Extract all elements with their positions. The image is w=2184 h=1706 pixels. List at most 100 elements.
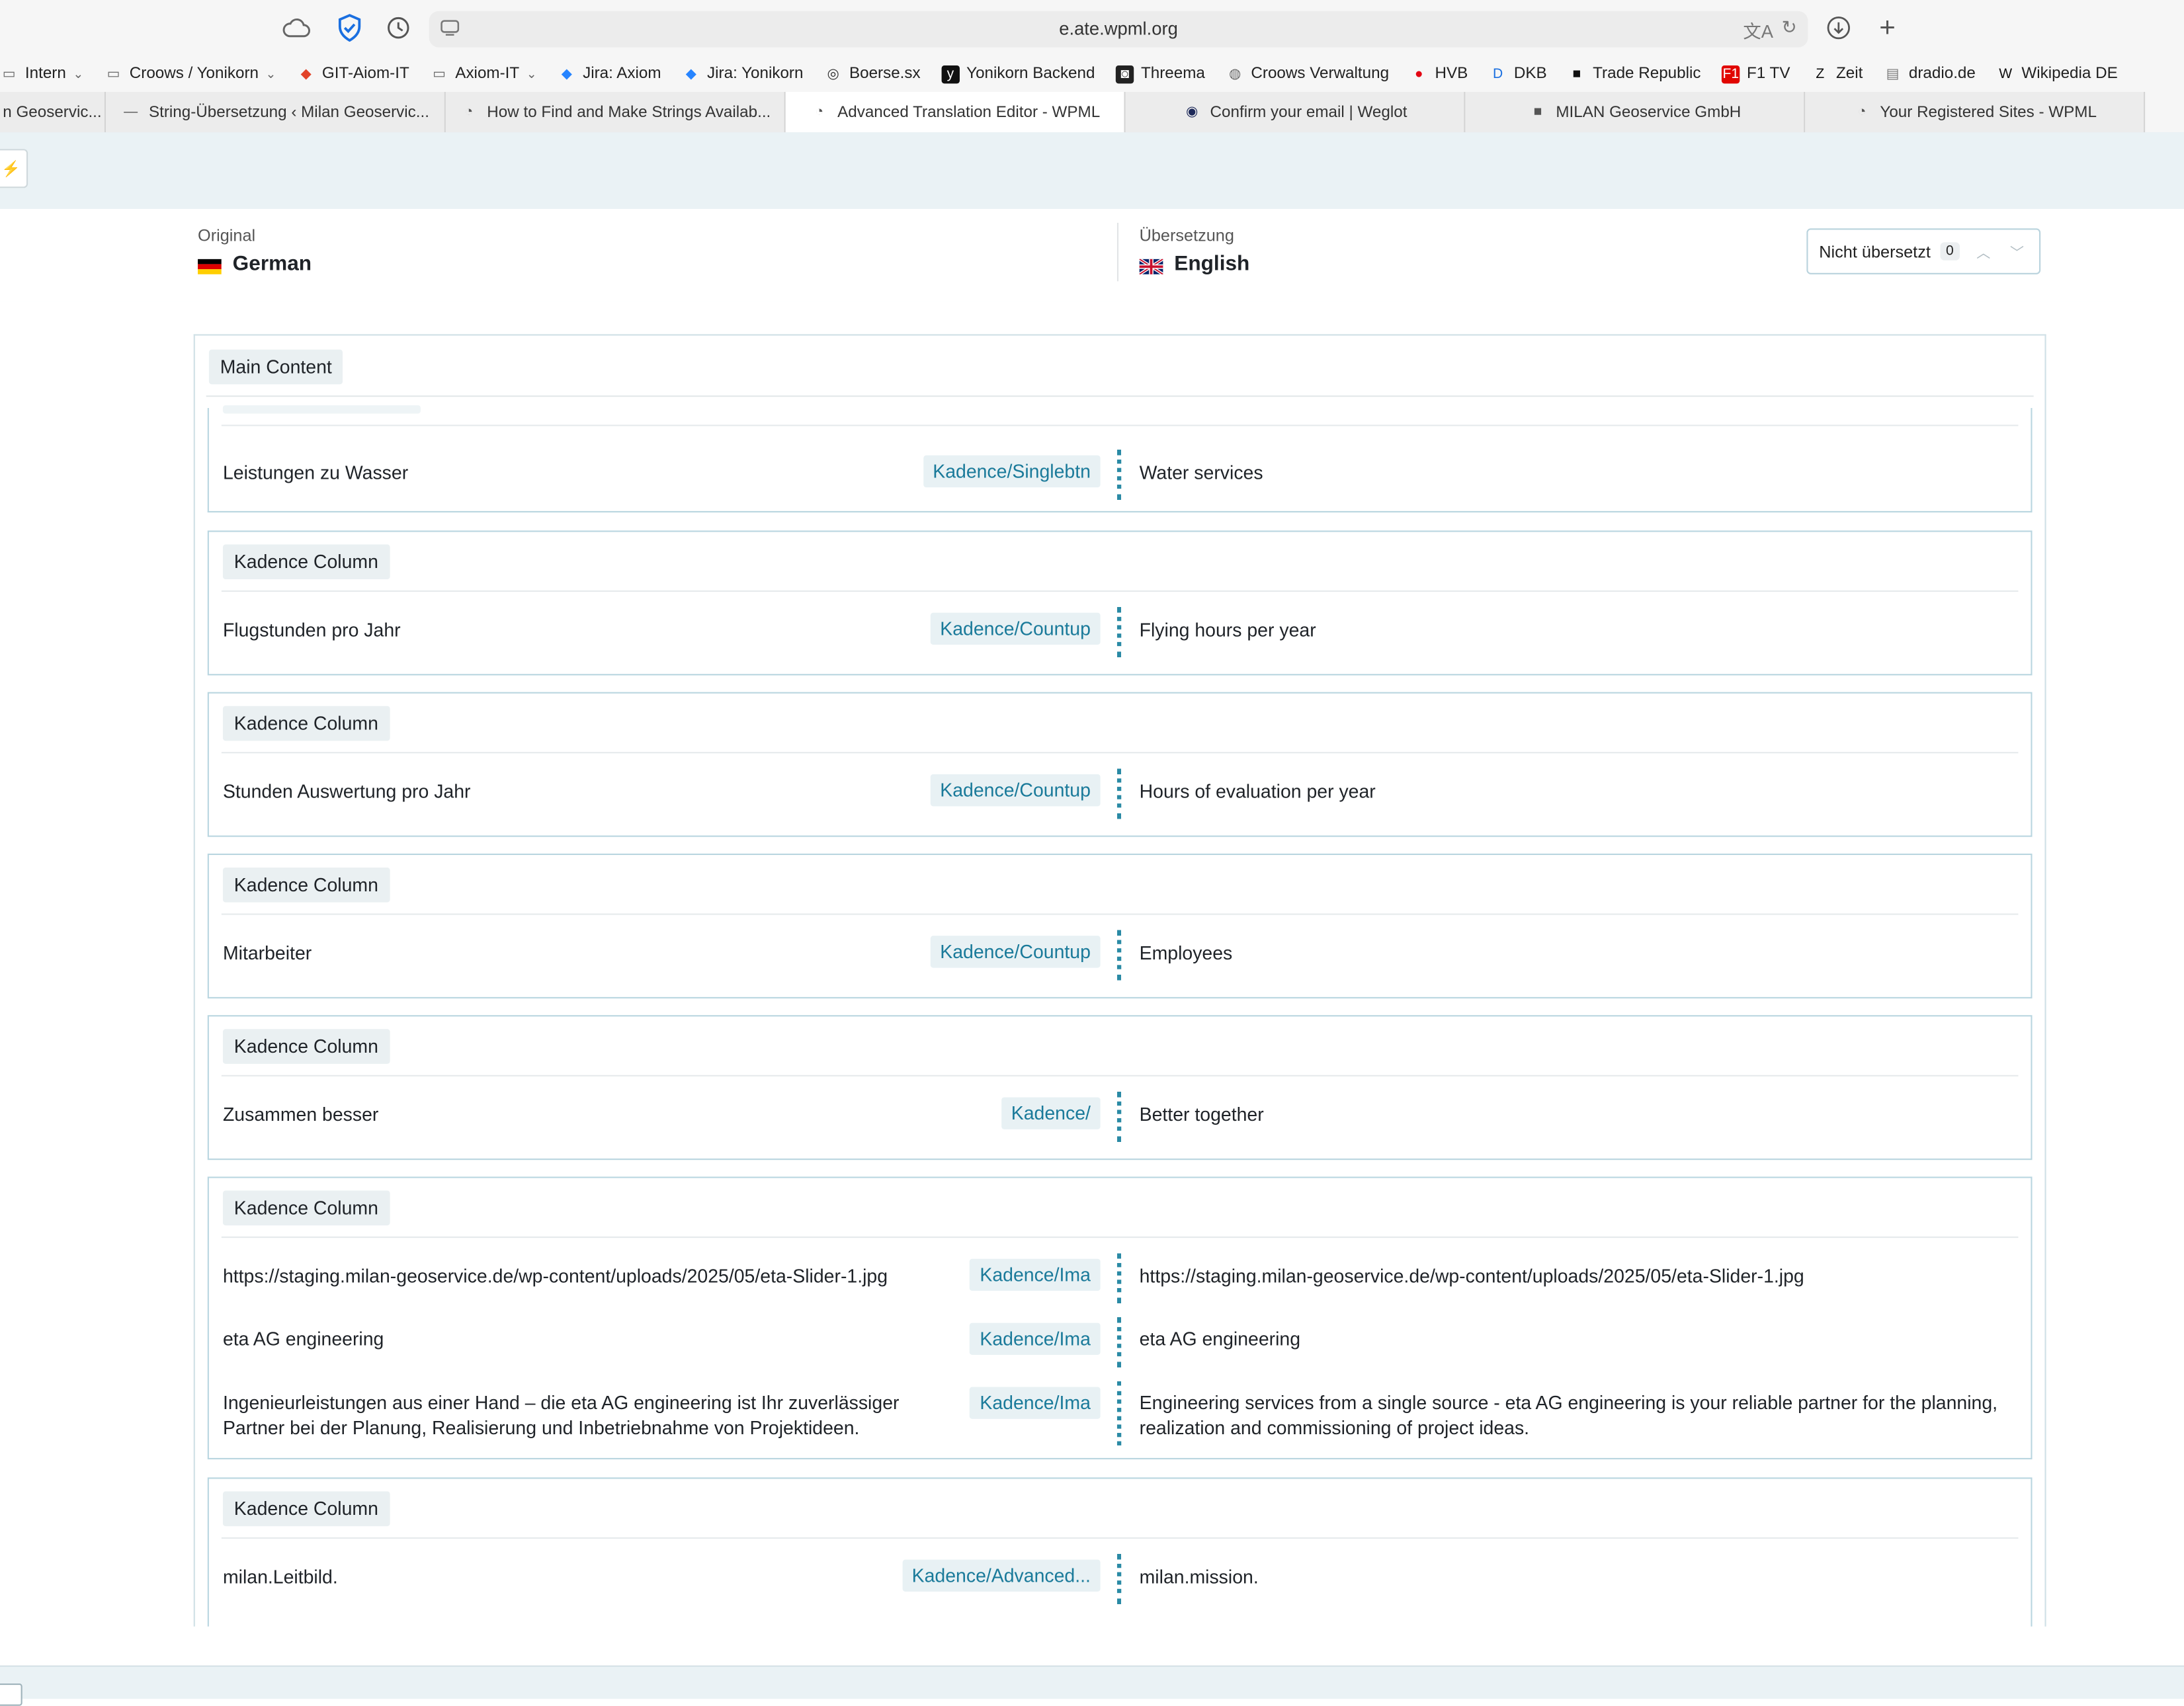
bookmark-item[interactable]: y Yonikorn Backend	[941, 64, 1107, 83]
lightning-icon[interactable]: ⚡	[0, 149, 28, 188]
filter-label: Nicht übersetzt	[1819, 241, 1931, 261]
wpml-icon: ◔	[1857, 104, 1867, 120]
chevron-up-icon[interactable]: ︿	[1970, 238, 1997, 263]
globe-icon: ◍	[1228, 66, 1241, 82]
block-type-tag: Kadence/Countup	[930, 774, 1101, 807]
browser-tab[interactable]: — String-Übersetzung ‹ Milan Geoservic...	[106, 91, 446, 133]
filter-count-badge: 0	[1940, 242, 1960, 261]
jira-icon: ◆	[561, 66, 572, 82]
kadence-column-section: Kadence Column Flugstunden pro Jahr Kadenc…	[207, 530, 2033, 676]
source-text: Zusammen besser	[222, 1104, 379, 1125]
block-type-tag: Kadence/Countup	[930, 936, 1101, 968]
kadence-column-section: Kadence Column milan.Leitbild. Kadence/Adv…	[207, 1477, 2033, 1627]
bookmark-item[interactable]: ◆ Jira: Yonikorn	[682, 65, 816, 83]
dkb-icon: D	[1492, 66, 1503, 82]
kadence-column-section: Kadence Column https://staging.milan-geos…	[207, 1176, 2033, 1459]
source-text: Leistungen zu Wasser	[222, 462, 409, 483]
bookmark-item[interactable]: ◎ Boerse.sx	[824, 65, 933, 83]
bookmark-label: Trade Republic	[1593, 65, 1701, 83]
bookmark-item[interactable]: ▭ Intern ⌄	[0, 65, 96, 83]
reload-icon[interactable]: ↻	[1782, 17, 1797, 43]
section-label: Kadence Column	[222, 544, 390, 580]
bookmark-label: GIT-Aiom-IT	[321, 65, 409, 83]
bookmark-label: Axiom-IT	[455, 65, 520, 83]
kadence-column-section: Kadence Column Zusammen besser Kadence/Bet…	[207, 1015, 2033, 1160]
bookmark-item[interactable]: ◙ Threema	[1116, 64, 1218, 83]
bookmark-label: Zeit	[1836, 65, 1863, 83]
translation-text[interactable]: Employees	[1140, 942, 2003, 967]
section-label: Kadence Column	[222, 1029, 390, 1064]
kadence-column-section: Leistungen zu Wasser Kadence/Singlebtn Wat…	[207, 405, 2033, 512]
segment-divider	[1116, 1317, 1126, 1367]
segment-divider	[1116, 1554, 1126, 1604]
section-divider	[221, 913, 2019, 915]
address-bar[interactable]: e.ate.wpml.org 文A ↻	[429, 11, 1808, 48]
download-icon[interactable]	[1825, 14, 1853, 42]
tab-label: How to Find and Make Strings Availab...	[487, 103, 771, 121]
bookmark-item[interactable]: ◍ Croows Verwaltung	[1226, 65, 1402, 83]
weglot-icon: ◉	[1185, 104, 1198, 120]
translation-text[interactable]: Water services	[1140, 461, 2003, 486]
browser-tab[interactable]: ◔ Your Registered Sites - WPML	[1805, 91, 2146, 133]
translation-text[interactable]: Hours of evaluation per year	[1140, 780, 2003, 805]
new-tab-icon[interactable]: +	[1873, 12, 1901, 42]
gitlab-icon: ◆	[300, 66, 312, 82]
bookmark-label: F1 TV	[1746, 65, 1790, 83]
original-language-name: German	[232, 252, 312, 276]
translation-text[interactable]: Better together	[1140, 1103, 2003, 1128]
zeit-icon: Z	[1816, 66, 1825, 82]
browser-tab[interactable]: ◉ Confirm your email | Weglot	[1125, 91, 1466, 133]
translation-text[interactable]: https://staging.milan-geoservice.de/wp-c…	[1140, 1264, 2003, 1289]
tab-active[interactable]: ◔ Advanced Translation Editor - WPML	[785, 91, 1126, 133]
section-divider	[206, 395, 2034, 397]
cloud-icon[interactable]	[282, 14, 310, 42]
bookmark-item[interactable]: D DKB	[1489, 65, 1560, 83]
wpml-icon: ◔	[464, 104, 474, 120]
bookmark-label: DKB	[1513, 65, 1547, 83]
bookmark-item[interactable]: ▭ Axiom-IT ⌄	[430, 65, 549, 83]
jira-icon: ◆	[685, 66, 696, 82]
yonikorn-icon: y	[941, 64, 960, 83]
section-label: Kadence Column	[222, 1491, 390, 1527]
translate-icon[interactable]: 文A	[1743, 17, 1773, 43]
block-type-tag: Kadence/Ima	[970, 1258, 1101, 1291]
dradio-icon: ▤	[1886, 66, 1900, 82]
chevron-down-icon: ⌄	[73, 66, 84, 81]
site-icon: —	[124, 104, 138, 120]
bookmark-item[interactable]: ▤ dradio.de	[1884, 65, 1988, 83]
bookmark-item[interactable]: W Wikipedia DE	[1996, 65, 2130, 83]
bookmark-label: dradio.de	[1908, 65, 1976, 83]
bookmark-item[interactable]: ◆ GIT-Aiom-IT	[297, 65, 422, 83]
translation-label: Übersetzung	[1139, 225, 1234, 245]
bookmark-item[interactable]: ■ Trade Republic	[1568, 65, 1713, 83]
untranslated-filter[interactable]: Nicht übersetzt 0 ︿ ﹀	[1806, 228, 2041, 274]
chevron-down-icon[interactable]: ﹀	[2003, 238, 2031, 263]
browser-tab[interactable]: ◔ How to Find and Make Strings Availab...	[445, 91, 786, 133]
original-language-block: Original German	[198, 225, 312, 276]
bookmark-item[interactable]: ▭ Croows / Yonikorn ⌄	[105, 65, 289, 83]
bookmarks-bar: ▭ Intern ⌄ ▭ Croows / Yonikorn ⌄ ◆ GIT-Aiom-IT ▭…	[0, 57, 2184, 91]
translation-text[interactable]: Engineering services from a single sourc…	[1140, 1391, 2003, 1442]
bookmark-item[interactable]: F1 F1 TV	[1722, 64, 1802, 83]
bookmark-item[interactable]: ◆ Jira: Axiom	[558, 65, 673, 83]
segment-divider	[1116, 450, 1126, 501]
bookmark-label: HVB	[1435, 65, 1468, 83]
bookmark-item[interactable]: Z Zeit	[1811, 65, 1875, 83]
section-label: Kadence Column	[222, 867, 390, 903]
browser-tab[interactable]: ■ MILAN Geoservice GmbH	[1465, 91, 1806, 133]
block-type-tag: Kadence/Ima	[970, 1387, 1101, 1419]
bookmark-label: Threema	[1140, 65, 1205, 83]
url-text: e.ate.wpml.org	[1059, 18, 1178, 39]
bookmark-label: Yonikorn Backend	[966, 65, 1095, 83]
translation-text[interactable]: milan.mission.	[1140, 1565, 2003, 1590]
tab-label: MILAN Geoservice GmbH	[1556, 103, 1742, 121]
bookmark-item[interactable]: ● HVB	[1410, 65, 1481, 83]
browser-tab[interactable]: n Geoservic...	[0, 91, 106, 133]
translation-text[interactable]: Flying hours per year	[1140, 618, 2003, 643]
translation-language-name: English	[1174, 252, 1250, 276]
footer-toggle[interactable]	[0, 1684, 22, 1706]
translation-text[interactable]: eta AG engineering	[1140, 1327, 2003, 1352]
section-label: Kadence Column	[222, 706, 390, 741]
history-icon[interactable]	[384, 14, 412, 42]
shield-icon[interactable]	[336, 14, 364, 42]
